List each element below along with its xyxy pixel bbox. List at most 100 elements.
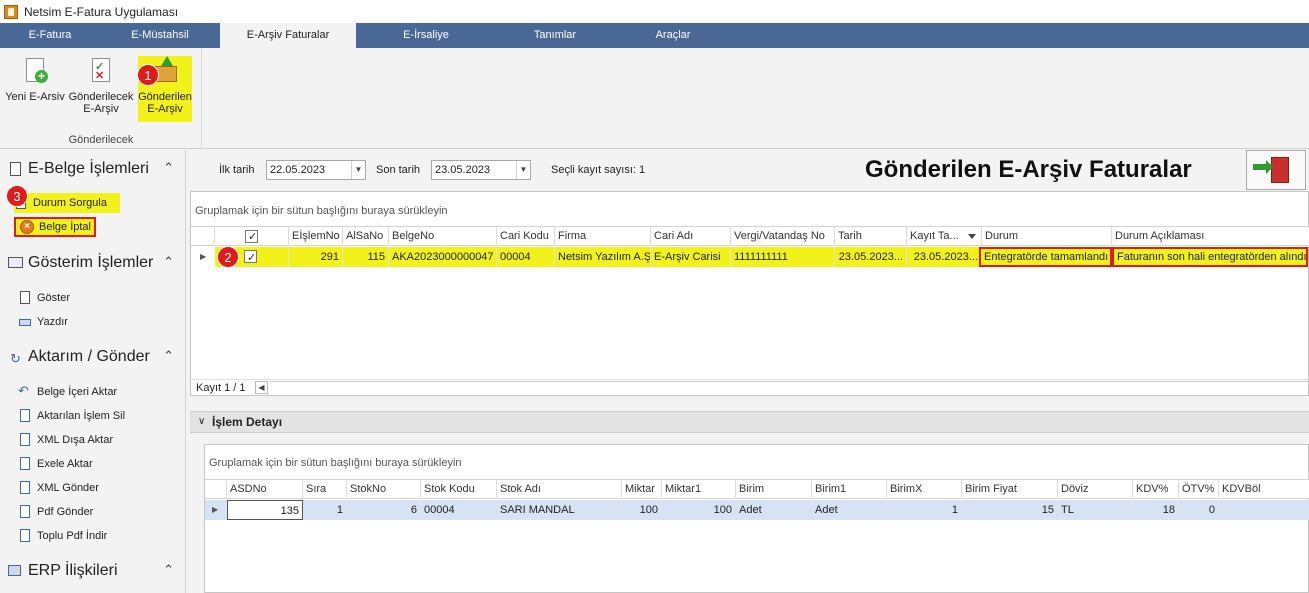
sidebar-item-belge-iceri-aktar[interactable]: ↶ Belge İçeri Aktar — [18, 382, 117, 402]
cell-birim1[interactable]: Adet — [812, 500, 887, 520]
row-checkbox[interactable]: ✓ — [244, 250, 257, 264]
main-panel: İlk tarih 22.05.2023 ▼ Son tarih 23.05.2… — [190, 150, 1309, 593]
end-date-field[interactable]: 23.05.2023 ▼ — [431, 160, 531, 180]
sidebar-item-belge-iptal[interactable]: × Belge İptal — [14, 217, 96, 237]
sidebar-item-xml-gonder[interactable]: XML Gönder — [18, 478, 99, 498]
detail-section-header[interactable]: ∨ İşlem Detayı — [190, 411, 1309, 433]
cell-belgeno[interactable]: AKA2023000000047 — [389, 247, 497, 267]
chevron-down-icon[interactable]: ▼ — [351, 161, 365, 179]
col-birimx[interactable]: BirimX — [887, 480, 962, 499]
col-durum-aciklamasi[interactable]: Durum Açıklaması — [1112, 227, 1309, 246]
start-date-label: İlk tarih — [219, 164, 255, 176]
cell-vergi-no[interactable]: 1111111111 — [731, 247, 835, 267]
col-sira[interactable]: Sıra — [303, 480, 347, 499]
col-miktar1[interactable]: Miktar1 — [662, 480, 736, 499]
sidebar-item-exele-aktar[interactable]: Exele Aktar — [18, 454, 93, 474]
col-firma[interactable]: Firma — [555, 227, 651, 246]
cell-alsano[interactable]: 115 — [343, 247, 389, 267]
col-kayit-tarihi[interactable]: Kayıt Ta... — [907, 227, 982, 246]
section-gosterim-islemler[interactable]: Gösterim İşlemler ⌃ — [8, 252, 180, 274]
cell-stok-adi[interactable]: SARI MANDAL — [497, 500, 622, 520]
col-birim-fiyat[interactable]: Birim Fiyat — [962, 480, 1058, 499]
scroll-left-icon[interactable]: ◀ — [255, 381, 268, 394]
chevron-up-icon[interactable]: ⌃ — [163, 160, 174, 176]
tab-e-mustahsil[interactable]: E-Müstahsil — [100, 23, 220, 48]
cell-durum-aciklamasi[interactable]: Faturanın son hali entegratörden alındı — [1112, 247, 1308, 267]
cell-eislemno[interactable]: 291 — [289, 247, 343, 267]
cell-miktar[interactable]: 100 — [622, 500, 662, 520]
cell-kdv[interactable]: 18 — [1133, 500, 1179, 520]
sidebar-item-pdf-gonder[interactable]: Pdf Gönder — [18, 502, 93, 522]
col-birim[interactable]: Birim — [736, 480, 812, 499]
section-erp-iliskileri[interactable]: ERP İlişkileri ⌃ — [8, 560, 180, 582]
sidebar-item-toplu-pdf-indir[interactable]: Toplu Pdf İndir — [18, 526, 107, 546]
col-vergi-no[interactable]: Vergi/Vatandaş No — [731, 227, 835, 246]
cell-asdno[interactable]: 135 — [227, 500, 303, 520]
cell-sira[interactable]: 1 — [303, 500, 347, 520]
col-stok-adi[interactable]: Stok Adı — [497, 480, 622, 499]
cell-stokno[interactable]: 6 — [347, 500, 421, 520]
cell-kayit-tarihi[interactable]: 23.05.2023... — [907, 247, 982, 267]
tab-e-irsaliye[interactable]: E-İrsaliye — [356, 23, 496, 48]
exit-button[interactable] — [1246, 150, 1306, 190]
tab-e-arsiv-faturalar[interactable]: E-Arşiv Faturalar — [220, 23, 356, 48]
cell-durum[interactable]: Entegratörde tamamlandı — [979, 247, 1112, 267]
cell-cari-adi[interactable]: E-Arşiv Carisi — [651, 247, 731, 267]
cell-birim[interactable]: Adet — [736, 500, 812, 520]
col-belgeno[interactable]: BelgeNo — [389, 227, 497, 246]
select-all-header[interactable]: ✓ — [215, 227, 289, 246]
col-kdv[interactable]: KDV% — [1133, 480, 1179, 499]
col-stok-kodu[interactable]: Stok Kodu — [421, 480, 497, 499]
table-row[interactable]: ▶ ✓ 291 115 AKA2023000000047 00004 Netsi… — [191, 247, 1309, 267]
pending-e-arsiv-label-1: Gönderilecek — [68, 91, 134, 103]
section-aktarim-gonder[interactable]: ↻ Aktarım / Gönder ⌃ — [8, 346, 180, 368]
col-cari-adi[interactable]: Cari Adı — [651, 227, 731, 246]
printer-icon — [18, 315, 32, 329]
sidebar-item-goster[interactable]: Göster — [18, 288, 70, 308]
col-eislemno[interactable]: EİşlemNo — [289, 227, 343, 246]
col-stokno[interactable]: StokNo — [347, 480, 421, 499]
chevron-up-icon[interactable]: ⌃ — [163, 562, 174, 578]
sidebar-item-yazdir[interactable]: Yazdır — [18, 312, 68, 332]
tab-araclar[interactable]: Araçlar — [614, 23, 732, 48]
tab-e-fatura[interactable]: E-Fatura — [0, 23, 100, 48]
start-date-field[interactable]: 22.05.2023 ▼ — [266, 160, 366, 180]
sidebar-item-aktarilan-islem-sil[interactable]: Aktarılan İşlem Sil — [18, 406, 125, 426]
pending-e-arsiv-button[interactable]: ✓ ✕ Gönderilecek E-Arşiv — [68, 56, 134, 115]
col-durum[interactable]: Durum — [982, 227, 1112, 246]
cell-birimx[interactable]: 1 — [887, 500, 962, 520]
cell-tarih[interactable]: 23.05.2023... — [835, 247, 907, 267]
col-asdno[interactable]: ASDNo — [227, 480, 303, 499]
col-miktar[interactable]: Miktar — [622, 480, 662, 499]
new-e-arsiv-button[interactable]: + Yeni E-Arsiv — [4, 56, 66, 103]
sidebar-item-durum-sorgula[interactable]: Durum Sorgula — [14, 193, 120, 213]
exit-door-icon — [1271, 157, 1289, 183]
cell-birim-fiyat[interactable]: 15 — [962, 500, 1058, 520]
col-doviz[interactable]: Döviz — [1058, 480, 1133, 499]
horizontal-scrollbar[interactable] — [270, 381, 1309, 394]
col-tarih[interactable]: Tarih — [835, 227, 907, 246]
table-row[interactable]: ▶ 135 1 6 00004 SARI MANDAL 100 100 Adet… — [205, 500, 1309, 520]
col-kdvbol[interactable]: KDVBöl — [1219, 480, 1309, 499]
select-all-checkbox[interactable]: ✓ — [245, 230, 258, 243]
chevron-up-icon[interactable]: ⌃ — [163, 348, 174, 364]
col-birim1[interactable]: Birim1 — [812, 480, 887, 499]
chevron-up-icon[interactable]: ⌃ — [163, 254, 174, 270]
sidebar-item-xml-disa-aktar[interactable]: XML Dışa Aktar — [18, 430, 113, 450]
end-date-label: Son tarih — [376, 164, 421, 176]
chevron-down-icon[interactable]: ∨ — [198, 412, 205, 432]
col-cari-kodu[interactable]: Cari Kodu — [497, 227, 555, 246]
cell-otv[interactable]: 0 — [1179, 500, 1219, 520]
cell-stok-kodu[interactable]: 00004 — [421, 500, 497, 520]
col-alsano[interactable]: AlSaNo — [343, 227, 389, 246]
sidebar-item-label: Durum Sorgula — [33, 197, 107, 209]
section-e-belge-islemleri[interactable]: E-Belge İşlemleri ⌃ — [8, 158, 180, 180]
cell-firma[interactable]: Netsim Yazılım A.Ş — [555, 247, 651, 267]
col-otv[interactable]: ÖTV% — [1179, 480, 1219, 499]
cell-kdvbol[interactable] — [1219, 500, 1309, 520]
chevron-down-icon[interactable]: ▼ — [516, 161, 530, 179]
cell-miktar1[interactable]: 100 — [662, 500, 736, 520]
cell-cari-kodu[interactable]: 00004 — [497, 247, 555, 267]
cell-doviz[interactable]: TL — [1058, 500, 1133, 520]
tab-tanimlar[interactable]: Tanımlar — [496, 23, 614, 48]
